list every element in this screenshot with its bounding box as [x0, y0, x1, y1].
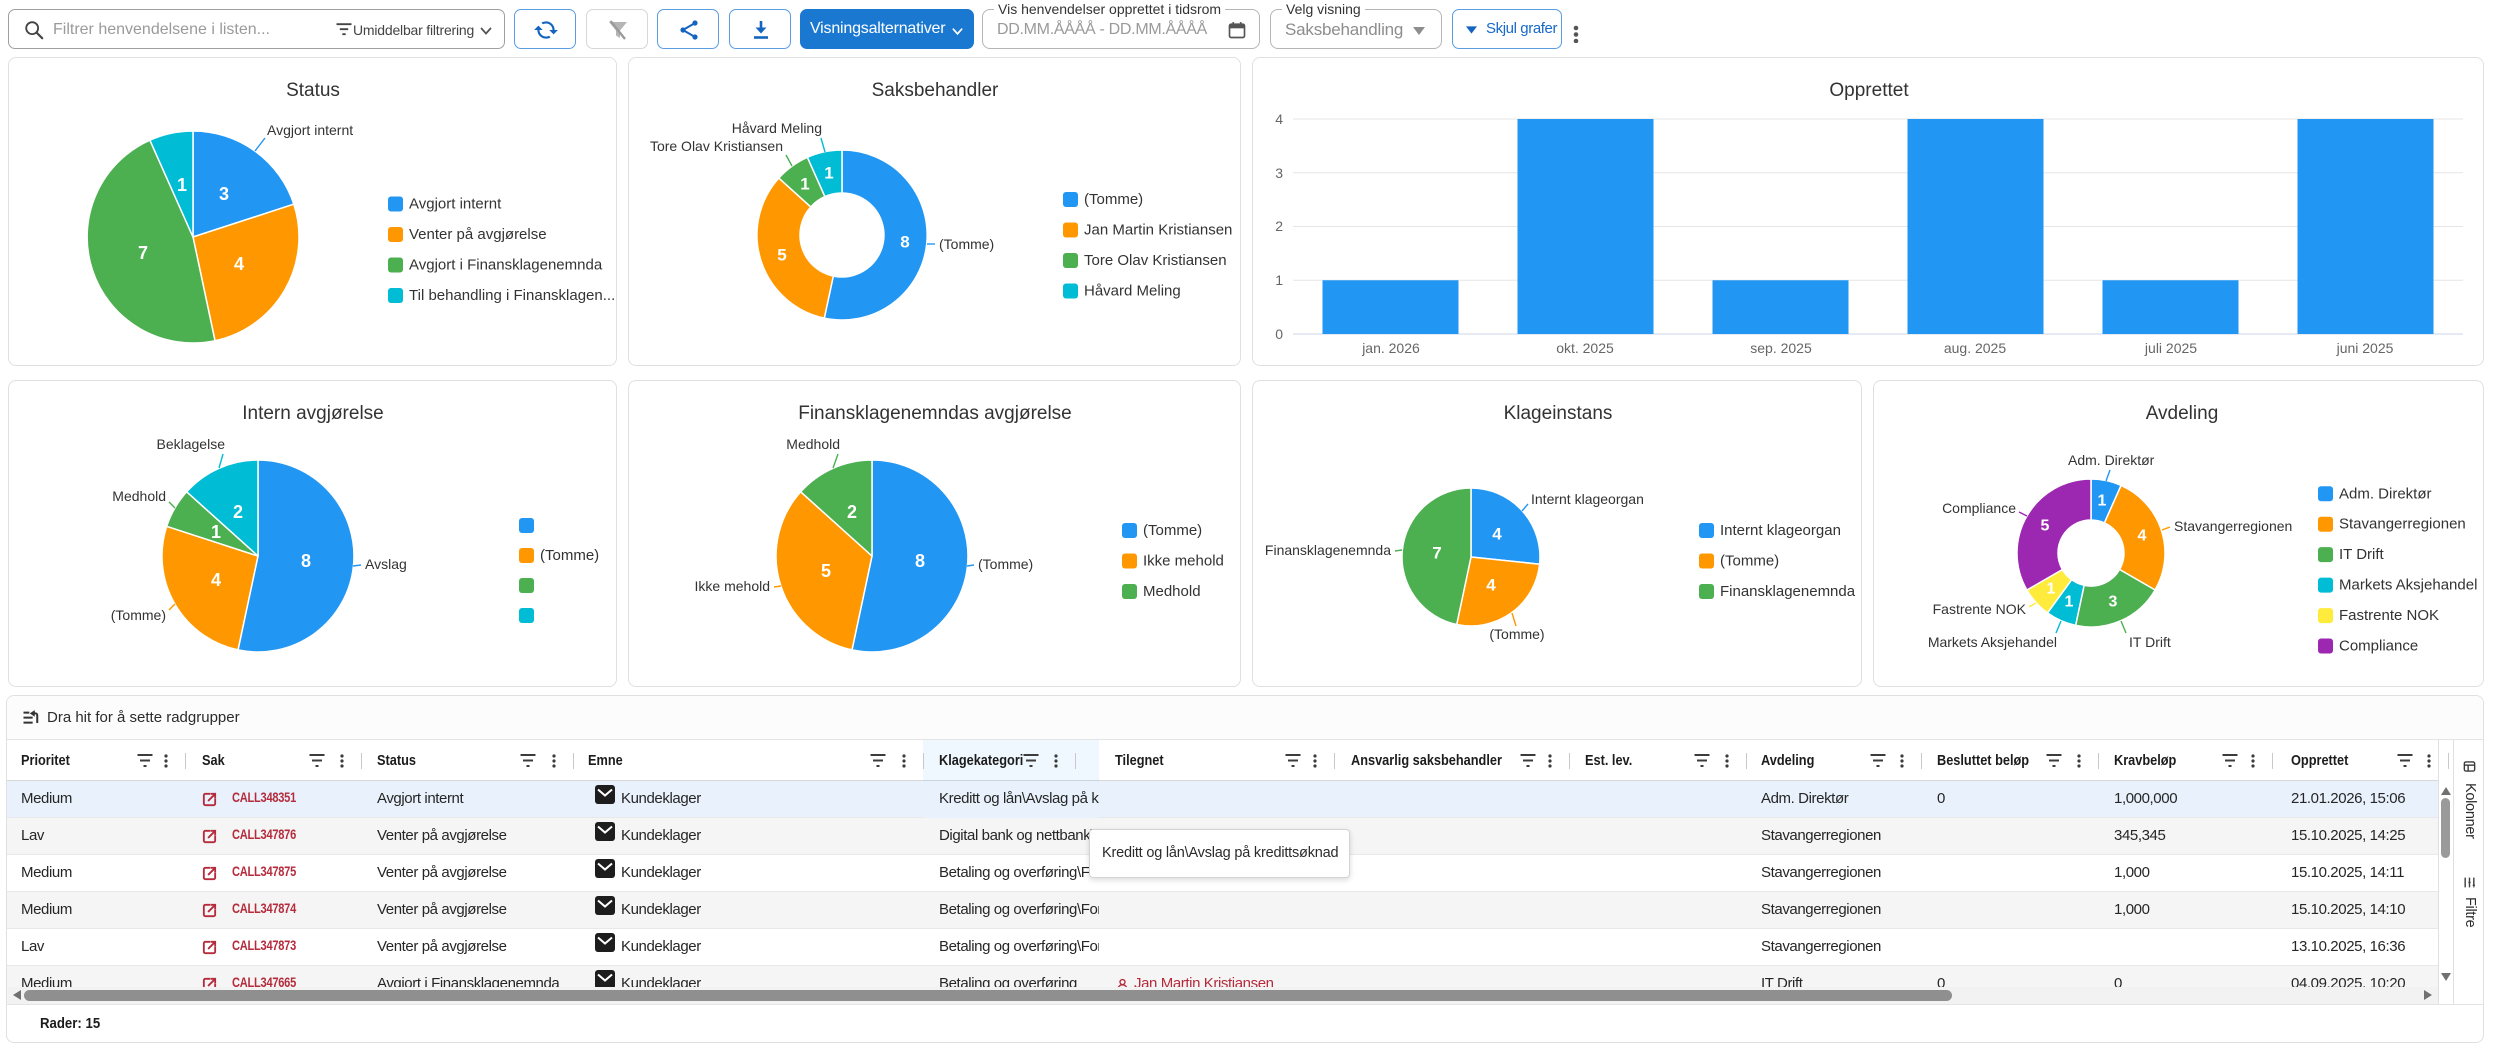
svg-text:8: 8 — [900, 233, 909, 252]
svg-text:Jan Martin Kristiansen: Jan Martin Kristiansen — [1084, 222, 1232, 239]
svg-text:5: 5 — [2041, 518, 2050, 535]
svg-text:(Tomme): (Tomme) — [1720, 553, 1779, 570]
svg-text:4: 4 — [1486, 576, 1496, 595]
svg-text:juni 2025: juni 2025 — [2336, 340, 2394, 356]
svg-text:3: 3 — [219, 184, 229, 204]
svg-text:Medhold: Medhold — [1143, 583, 1201, 600]
svg-text:Status: Status — [286, 80, 340, 101]
svg-text:Medhold: Medhold — [786, 436, 840, 452]
svg-text:Håvard Meling: Håvard Meling — [1084, 283, 1181, 300]
svg-text:1: 1 — [177, 175, 187, 195]
svg-text:(Tomme): (Tomme) — [939, 236, 994, 252]
svg-text:Avgjort i Finansklagenemnda: Avgjort i Finansklagenemnda — [409, 257, 603, 274]
svg-text:Internt klageorgan: Internt klageorgan — [1531, 491, 1644, 507]
svg-text:3: 3 — [2109, 594, 2118, 611]
svg-text:1: 1 — [800, 175, 809, 194]
svg-text:(Tomme): (Tomme) — [1489, 626, 1544, 642]
svg-text:IT Drift: IT Drift — [2339, 546, 2385, 563]
svg-text:2: 2 — [1275, 218, 1283, 234]
svg-text:4: 4 — [211, 570, 221, 590]
svg-text:Klageinstans: Klageinstans — [1504, 403, 1613, 424]
svg-text:Fastrente NOK: Fastrente NOK — [2339, 607, 2439, 624]
svg-text:Håvard Meling: Håvard Meling — [732, 120, 822, 136]
svg-text:4: 4 — [1275, 111, 1283, 127]
svg-text:Avgjort internt: Avgjort internt — [409, 196, 502, 213]
svg-text:Tore Olav Kristiansen: Tore Olav Kristiansen — [1084, 252, 1227, 269]
svg-text:2: 2 — [847, 502, 857, 522]
svg-text:Ikke mehold: Ikke mehold — [695, 578, 770, 594]
svg-text:Markets Aksjehandel: Markets Aksjehandel — [2339, 577, 2477, 594]
svg-text:IT Drift: IT Drift — [2129, 634, 2171, 650]
svg-text:Adm. Direktør: Adm. Direktør — [2068, 452, 2155, 468]
svg-text:Finansklagenemnda: Finansklagenemnda — [1265, 542, 1391, 558]
svg-text:8: 8 — [301, 551, 311, 571]
svg-text:okt. 2025: okt. 2025 — [1556, 340, 1614, 356]
svg-text:(Tomme): (Tomme) — [1143, 522, 1202, 539]
svg-text:Markets Aksjehandel: Markets Aksjehandel — [1928, 634, 2057, 650]
svg-text:Finansklagenemnda: Finansklagenemnda — [1720, 583, 1856, 600]
svg-text:Avdeling: Avdeling — [2146, 403, 2219, 424]
svg-text:Avslag: Avslag — [365, 556, 407, 572]
svg-text:Saksbehandler: Saksbehandler — [872, 80, 999, 101]
svg-text:1: 1 — [211, 522, 221, 542]
svg-text:0: 0 — [1275, 326, 1283, 342]
svg-text:5: 5 — [777, 246, 786, 265]
svg-text:1: 1 — [1275, 272, 1283, 288]
svg-text:1: 1 — [2047, 581, 2056, 598]
svg-text:sep. 2025: sep. 2025 — [1750, 340, 1812, 356]
svg-text:Compliance: Compliance — [1942, 500, 2016, 516]
svg-text:Finansklagenemndas avgjørelse: Finansklagenemndas avgjørelse — [798, 403, 1072, 424]
svg-text:Avgjort internt: Avgjort internt — [267, 122, 353, 138]
svg-text:Adm. Direktør: Adm. Direktør — [2339, 485, 2432, 502]
svg-text:Til behandling i Finansklagen.: Til behandling i Finansklagen... — [409, 287, 615, 304]
svg-text:1: 1 — [2065, 594, 2074, 611]
svg-text:Opprettet: Opprettet — [1829, 80, 1909, 101]
svg-text:Internt klageorgan: Internt klageorgan — [1720, 522, 1841, 539]
svg-text:7: 7 — [1432, 544, 1441, 563]
svg-text:(Tomme): (Tomme) — [978, 556, 1033, 572]
svg-text:4: 4 — [1492, 525, 1502, 544]
svg-text:aug. 2025: aug. 2025 — [1944, 340, 2006, 356]
svg-text:jan. 2026: jan. 2026 — [1361, 340, 1420, 356]
svg-text:(Tomme): (Tomme) — [540, 547, 599, 564]
svg-text:1: 1 — [2098, 493, 2107, 510]
svg-text:Stavangerregionen: Stavangerregionen — [2339, 516, 2466, 533]
svg-text:4: 4 — [2138, 528, 2147, 545]
svg-text:Tore Olav Kristiansen: Tore Olav Kristiansen — [650, 138, 783, 154]
svg-text:Venter på avgjørelse: Venter på avgjørelse — [409, 226, 547, 243]
svg-text:(Tomme): (Tomme) — [1084, 191, 1143, 208]
svg-text:3: 3 — [1275, 165, 1283, 181]
svg-text:juli 2025: juli 2025 — [2144, 340, 2197, 356]
svg-text:Intern avgjørelse: Intern avgjørelse — [242, 403, 384, 424]
svg-text:Beklagelse: Beklagelse — [157, 436, 226, 452]
svg-text:2: 2 — [233, 502, 243, 522]
svg-text:4: 4 — [234, 254, 244, 274]
svg-text:Stavangerregionen: Stavangerregionen — [2174, 518, 2292, 534]
svg-text:5: 5 — [821, 561, 831, 581]
svg-text:Ikke mehold: Ikke mehold — [1143, 553, 1224, 570]
svg-text:Compliance: Compliance — [2339, 638, 2418, 655]
svg-text:1: 1 — [824, 164, 833, 183]
svg-text:(Tomme): (Tomme) — [111, 607, 166, 623]
svg-text:8: 8 — [915, 551, 925, 571]
svg-text:7: 7 — [138, 243, 148, 263]
svg-text:Fastrente NOK: Fastrente NOK — [1933, 601, 2027, 617]
svg-text:Medhold: Medhold — [112, 488, 166, 504]
